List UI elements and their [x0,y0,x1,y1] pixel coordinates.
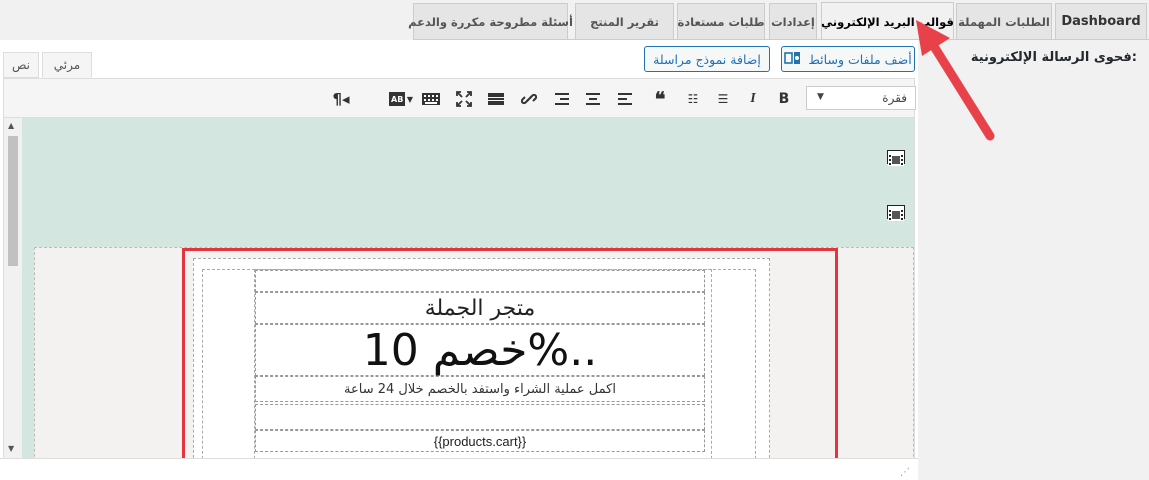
mode-tab-label: مرئي [53,58,81,72]
svg-text:AB: AB [391,95,403,104]
chevron-down-icon: ▼ [817,92,824,102]
editor-statusbar: ⋰ [0,458,918,480]
video-embed-icon[interactable] [887,205,905,221]
align-center-icon[interactable] [584,91,602,107]
highlight-box [182,248,838,461]
tab-label: تقرير المنتج [590,14,659,29]
bullet-list-icon[interactable]: ☰ [714,91,732,107]
scroll-down-icon[interactable]: ▼ [8,444,14,453]
tab-visual-mode[interactable]: مرئي [42,52,92,78]
button-label: إضافة نموذج مراسلة [653,51,761,67]
media-icon [784,50,802,69]
chevron-down-icon: ▼ [406,94,414,104]
tab-label: Dashboard [1061,14,1141,29]
italic-icon[interactable]: I [744,91,762,107]
scroll-up-icon[interactable]: ▲ [8,121,14,130]
align-left-icon[interactable] [616,91,634,107]
align-right-icon[interactable] [553,91,571,107]
tab-label: إعدادات [771,14,815,29]
add-media-button[interactable]: أضف ملفات وسائط [781,46,915,72]
resize-handle-icon[interactable]: ⋰ [900,467,910,478]
link-icon[interactable] [520,91,538,107]
mode-tab-label: نص [11,58,31,72]
blockquote-icon[interactable]: ❝ [651,89,669,111]
bold-icon[interactable]: B [775,91,793,107]
fullscreen-icon[interactable] [455,91,473,107]
scrollbar-thumb[interactable] [8,136,18,266]
tab-faq-support[interactable]: أسئلة مطروحة مكررة والدعم [408,3,573,39]
add-template-button[interactable]: إضافة نموذج مراسلة [644,46,770,72]
spellcheck-icon[interactable]: AB ▼ [388,91,414,107]
read-more-icon[interactable] [487,91,505,107]
tab-product-report[interactable]: تقرير المنتج [575,3,674,39]
tab-label: أسئلة مطروحة مكررة والدعم [408,14,573,29]
tab-dashboard[interactable]: Dashboard [1055,3,1147,39]
toolbar-toggle-icon[interactable] [422,91,440,107]
tab-settings[interactable]: إعدادات [769,3,817,39]
tab-label: طلبات مستعادة [677,14,765,29]
tab-bar: أسئلة مطروحة مكررة والدعم تقرير المنتج ط… [408,0,1149,40]
button-label: أضف ملفات وسائط [808,51,912,67]
rtl-direction-icon[interactable]: ¶◂ [332,90,350,108]
tab-recovered-orders[interactable]: طلبات مستعادة [677,3,765,39]
tab-text-mode[interactable]: نص [3,52,39,78]
annotation-arrow-icon [916,20,995,141]
scrollbar[interactable]: ▲ ▼ [4,118,22,458]
editor-toolbar: فقرة ▼ B I ☰ ☷ ❝ AB ▼ ¶◂ [3,78,916,118]
numbered-list-icon[interactable]: ☷ [684,91,702,107]
